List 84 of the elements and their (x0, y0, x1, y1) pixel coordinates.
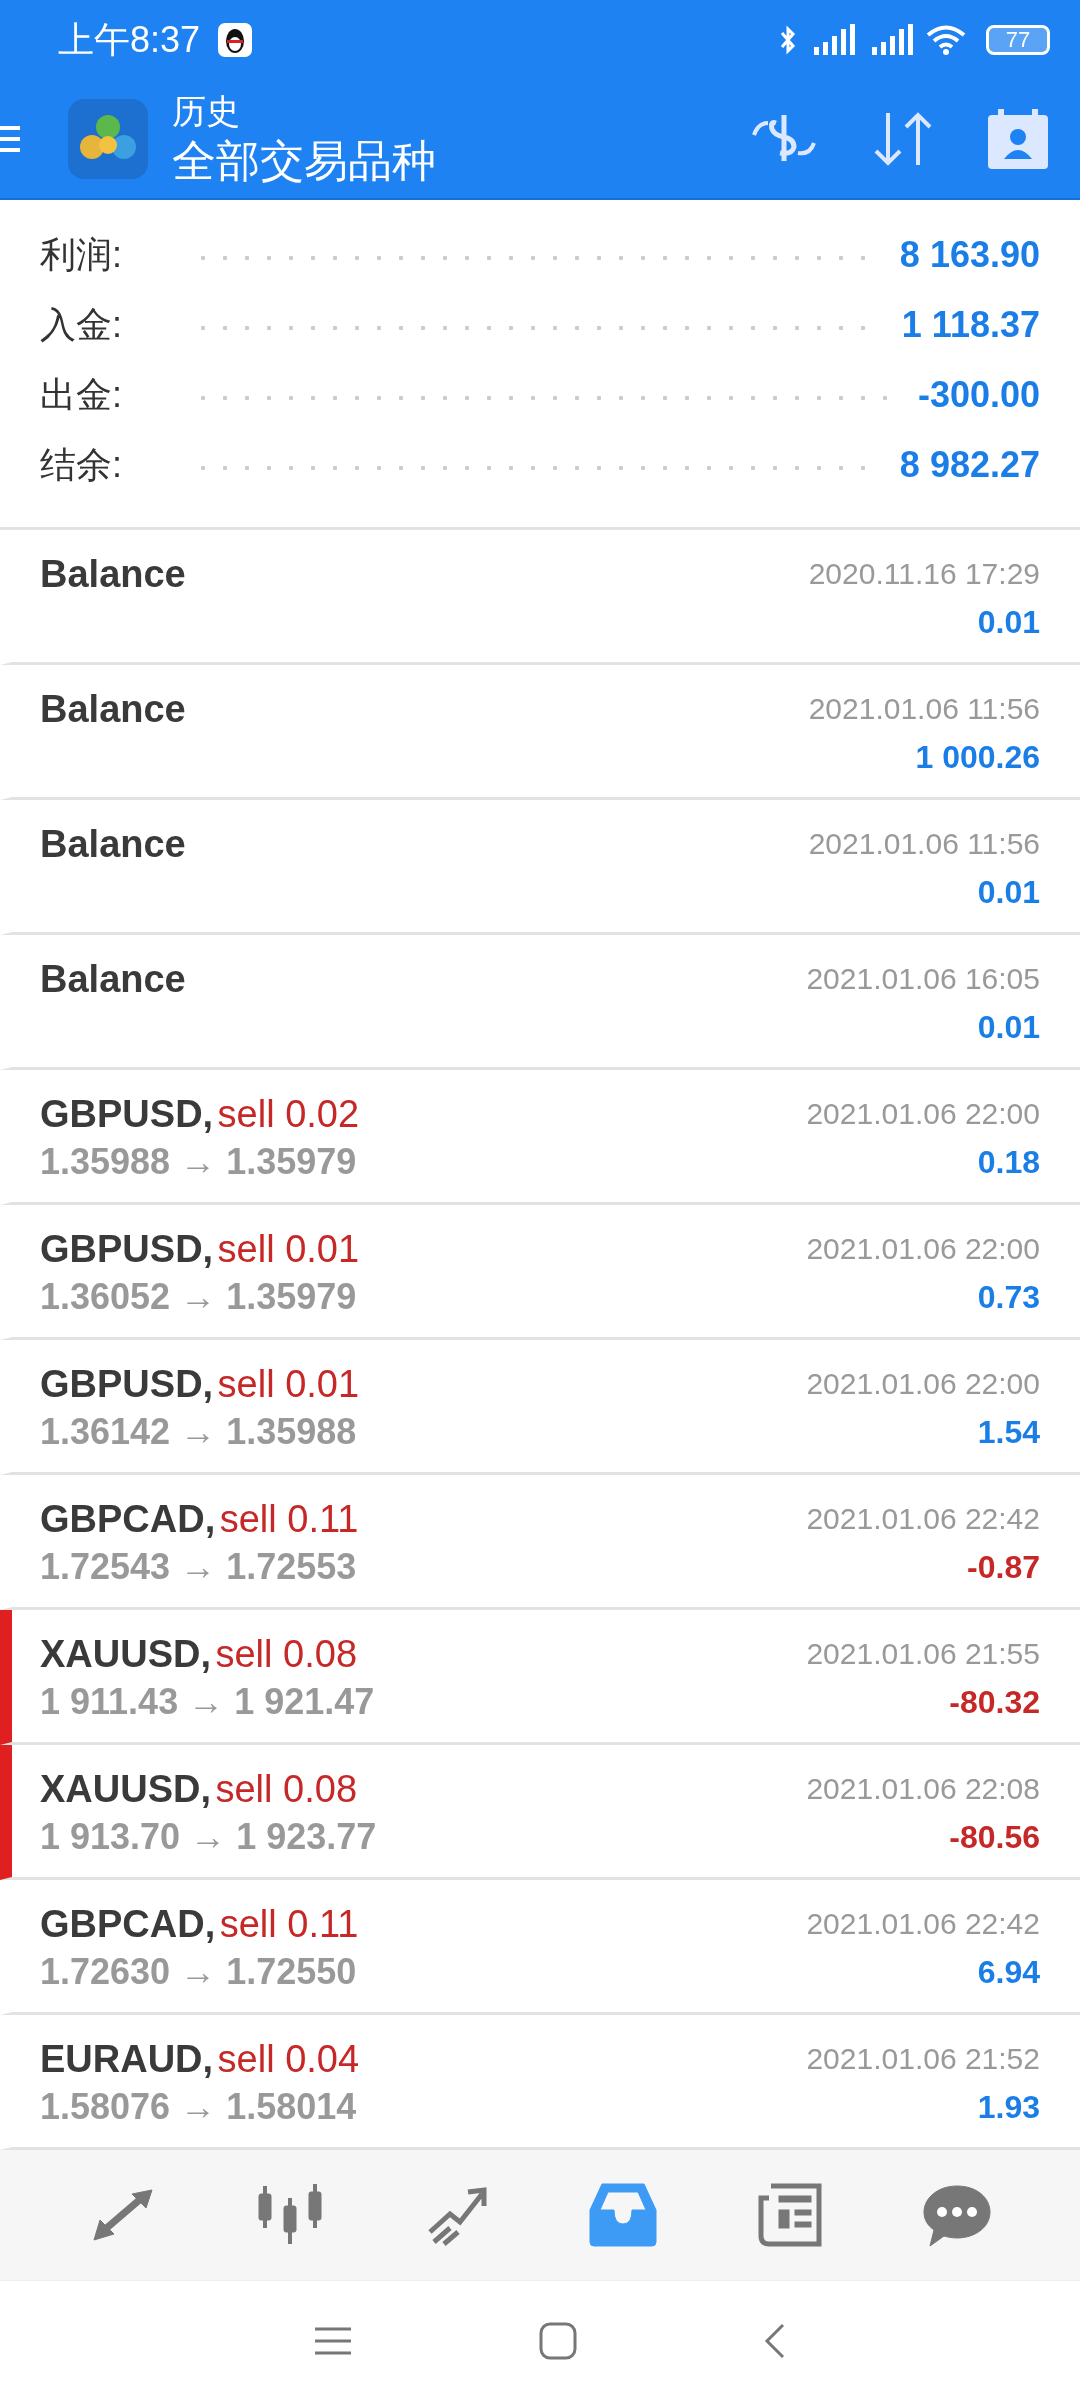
history-row[interactable]: Balance 2021.01.06 11:56 0.01 (0, 800, 1080, 935)
record-title: Balance (40, 687, 186, 732)
symbol-name: GBPUSD, (40, 1363, 214, 1405)
price-range: 1.72630 → 1.72550 (40, 1950, 358, 1994)
symbol-name: XAUUSD, (40, 1768, 212, 1810)
order-type: sell 0.04 (217, 2038, 360, 2080)
record-time: 2020.11.16 17:29 (808, 556, 1040, 592)
history-row[interactable]: XAUUSD,sell 0.08 1 911.43 → 1 921.47 2021.01.06 21:55 -80.32 (0, 1610, 1080, 1745)
summary-label: 利润: (40, 232, 122, 277)
calendar-person-icon[interactable] (986, 107, 1050, 171)
home-icon[interactable] (539, 2321, 577, 2360)
symbol-name: EURAUD, (40, 2038, 214, 2080)
price-range: 1.35988 → 1.35979 (40, 1140, 358, 1184)
back-icon[interactable] (763, 2321, 787, 2360)
record-time: 2021.01.06 22:42 (806, 1501, 1040, 1537)
menu-icon[interactable] (313, 2325, 353, 2356)
history-row[interactable]: GBPCAD,sell 0.11 1.72630 → 1.72550 2021.01.06 22:42 6.94 (0, 1880, 1080, 2015)
profit-value: 0.01 (977, 873, 1040, 912)
order-type: sell 0.08 (215, 1768, 358, 1810)
profit-value: -80.56 (949, 1818, 1040, 1857)
history-row[interactable]: XAUUSD,sell 0.08 1 913.70 → 1 923.77 2021.01.06 22:08 -80.56 (0, 1745, 1080, 1880)
record-title: Balance (40, 822, 186, 867)
history-row[interactable]: GBPCAD,sell 0.11 1.72543 → 1.72553 2021.01.06 22:42 -0.87 (0, 1475, 1080, 1610)
battery-icon: 77 (986, 25, 1050, 55)
status-time: 上午8:37 (58, 17, 201, 62)
menu-icon[interactable] (0, 124, 20, 154)
order-type: sell 0.08 (215, 1633, 358, 1675)
summary-value: 8 982.27 (899, 444, 1040, 486)
profit-value: 1.93 (977, 2088, 1040, 2127)
order-type: sell 0.11 (219, 1498, 359, 1540)
profit-value: 0.73 (977, 1278, 1040, 1317)
record-time: 2021.01.06 11:56 (808, 691, 1040, 727)
symbol-name: GBPUSD, (40, 1093, 214, 1135)
profit-value: 0.18 (977, 1143, 1040, 1182)
symbol-name: GBPUSD, (40, 1228, 214, 1270)
summary-label: 出金: (40, 372, 122, 417)
history-row[interactable]: GBPUSD,sell 0.02 1.35988 → 1.35979 2021.01.06 22:00 0.18 (0, 1070, 1080, 1205)
symbol-filter[interactable]: 全部交易品种 (172, 133, 750, 189)
record-time: 2021.01.06 21:52 (806, 2041, 1040, 2077)
wifi-icon (926, 24, 966, 56)
price-range: 1.72543 → 1.72553 (40, 1545, 358, 1589)
history-row[interactable]: Balance 2021.01.06 11:56 1 000.26 (0, 665, 1080, 800)
record-time: 2021.01.06 21:55 (806, 1636, 1040, 1672)
profit-value: -0.87 (967, 1548, 1040, 1587)
record-time: 2021.01.06 16:05 (806, 961, 1040, 997)
price-range: 1 913.70 → 1 923.77 (40, 1815, 377, 1859)
summary-value: 8 163.90 (899, 234, 1040, 276)
bluetooth-icon (778, 24, 798, 56)
record-time: 2021.01.06 22:08 (806, 1771, 1040, 1807)
summary-value: 1 118.37 (901, 304, 1040, 346)
record-time: 2021.01.06 22:00 (806, 1231, 1040, 1267)
screen-title: 历史 (172, 91, 241, 132)
record-time: 2021.01.06 22:00 (806, 1366, 1040, 1402)
record-time: 2021.01.06 22:42 (806, 1906, 1040, 1942)
profit-value: 0.01 (977, 603, 1040, 642)
record-title: Balance (40, 957, 186, 1002)
profit-value: 1 000.26 (915, 738, 1040, 777)
order-type: sell 0.01 (217, 1228, 360, 1270)
inbox-icon[interactable] (588, 2180, 659, 2250)
price-range: 1.36052 → 1.35979 (40, 1275, 358, 1319)
history-row[interactable]: GBPUSD,sell 0.01 1.36142 → 1.35988 2021.01.06 22:00 1.54 (0, 1340, 1080, 1475)
symbol-name: GBPCAD, (40, 1903, 216, 1945)
history-row[interactable]: GBPUSD,sell 0.01 1.36052 → 1.35979 2021.01.06 22:00 0.73 (0, 1205, 1080, 1340)
record-time: 2021.01.06 22:00 (806, 1096, 1040, 1132)
penguin-icon (218, 23, 253, 57)
history-row[interactable]: Balance 2021.01.06 16:05 0.01 (0, 935, 1080, 1070)
summary-label: 入金: (40, 302, 122, 347)
summary-value: -300.00 (917, 374, 1040, 416)
history-row[interactable]: Balance 2020.11.16 17:29 0.01 (0, 530, 1080, 665)
summary-label: 结余: (40, 442, 122, 487)
order-type: sell 0.02 (217, 1093, 360, 1135)
profit-value: 1.54 (977, 1413, 1040, 1452)
profit-value: -80.32 (949, 1683, 1040, 1722)
price-range: 1.36142 → 1.35988 (40, 1410, 358, 1454)
price-range: 1 911.43 → 1 921.47 (40, 1680, 375, 1724)
profit-value: 6.94 (977, 1953, 1040, 1992)
price-range: 1.58076 → 1.58014 (40, 2085, 358, 2129)
record-title: Balance (40, 552, 186, 597)
profit-value: 0.01 (977, 1008, 1040, 1047)
symbol-name: GBPCAD, (40, 1498, 216, 1540)
order-type: sell 0.11 (219, 1903, 359, 1945)
symbol-name: XAUUSD, (40, 1633, 212, 1675)
record-time: 2021.01.06 11:56 (808, 826, 1040, 862)
order-type: sell 0.01 (217, 1363, 360, 1405)
